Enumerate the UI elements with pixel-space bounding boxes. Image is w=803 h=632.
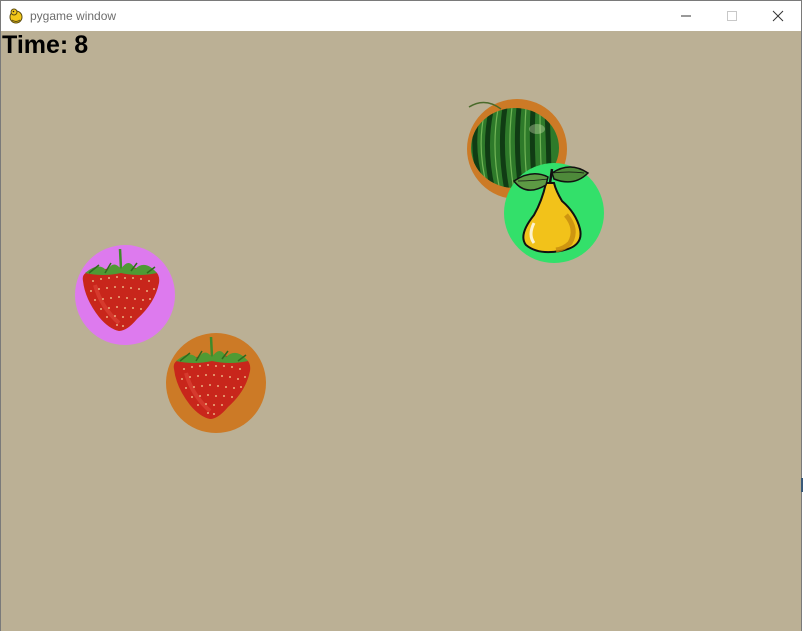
maximize-button[interactable]: [709, 1, 755, 31]
window-title: pygame window: [30, 9, 117, 23]
strawberry-icon: [173, 336, 251, 419]
minimize-button[interactable]: [663, 1, 709, 31]
close-button[interactable]: [755, 1, 801, 31]
game-canvas[interactable]: Time: 8: [1, 31, 801, 631]
pygame-snake-icon: [9, 8, 23, 24]
pygame-window: pygame window Time: 8: [0, 0, 802, 631]
fruit-strawberry-target[interactable]: [75, 245, 175, 345]
timer-display: Time: 8: [2, 31, 88, 59]
pear-icon: [512, 166, 590, 254]
timer-label: Time:: [2, 31, 69, 59]
fruit-strawberry-target[interactable]: [166, 333, 266, 433]
close-icon: [772, 10, 784, 22]
strawberry-icon: [82, 248, 160, 331]
minimize-icon: [681, 15, 691, 17]
fruit-pear-target[interactable]: [504, 163, 604, 263]
timer-value: 8: [74, 31, 89, 59]
maximize-icon: [727, 11, 737, 21]
title-bar[interactable]: pygame window: [1, 1, 801, 31]
